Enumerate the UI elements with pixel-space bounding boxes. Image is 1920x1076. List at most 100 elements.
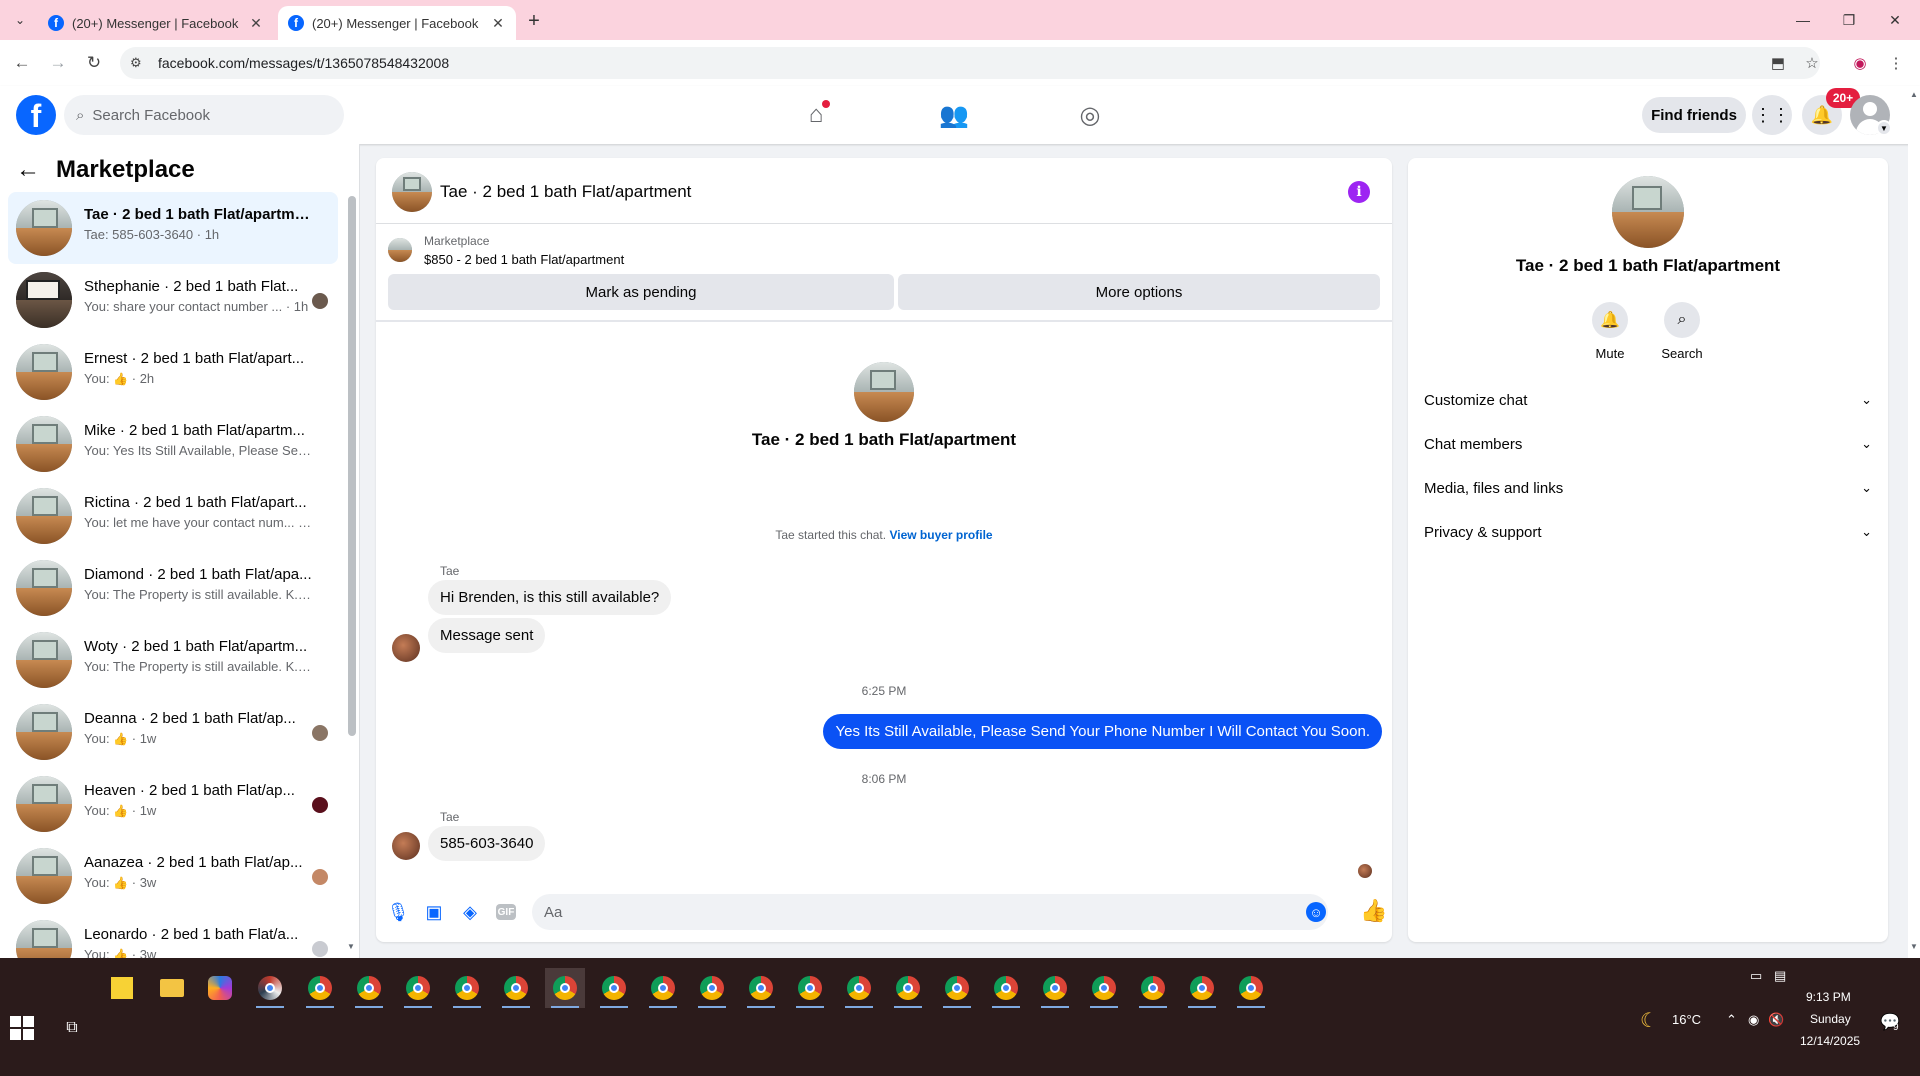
conversation-item[interactable]: Diamond · 2 bed 1 bath Flat/apa... You: T… [8,552,338,624]
chrome-icon[interactable] [594,968,634,1008]
reload-icon[interactable]: ↻ [82,51,106,75]
info-icon[interactable]: i [1348,181,1370,203]
chrome-icon[interactable] [692,968,732,1008]
search-icon[interactable]: ⌕ [1664,302,1700,338]
facebook-logo-icon[interactable]: f [16,95,56,135]
sticker-icon[interactable]: ◈ [458,900,482,924]
sidebar-scrollbar[interactable] [348,196,356,736]
more-options-button[interactable]: More options [898,274,1380,310]
tray-overflow-chevron-icon[interactable]: ⌃ [1726,1012,1737,1028]
windows-start-icon[interactable] [10,1016,34,1040]
chrome-icon[interactable] [1231,968,1271,1008]
media-files-links-section[interactable]: Media, files and links ⌄ [1416,470,1880,506]
scroll-up-icon[interactable]: ▲ [1910,90,1918,99]
conversation-item[interactable]: Sthephanie · 2 bed 1 bath Flat... You: sh… [8,264,338,336]
conversation-item[interactable]: Leonardo · 2 bed 1 bath Flat/a... You: 👍 … [8,912,338,958]
chrome-icon[interactable] [790,968,830,1008]
page-scrollbar[interactable]: ▲ ▼ [1908,90,1920,958]
close-window-icon[interactable]: ✕ [1872,0,1918,40]
restore-icon[interactable]: ❐ [1826,0,1872,40]
conversation-item[interactable]: Heaven · 2 bed 1 bath Flat/ap... You: 👍 ·… [8,768,338,840]
tray-chrome-icon[interactable]: ◉ [1748,1012,1759,1028]
privacy-support-section[interactable]: Privacy & support ⌄ [1416,514,1880,550]
chrome-icon[interactable] [937,968,977,1008]
home-nav-icon[interactable]: ⌂ [760,86,872,144]
chrome-icon[interactable] [349,968,389,1008]
file-explorer-icon[interactable] [152,968,192,1008]
sender-avatar[interactable] [392,832,420,860]
search-action[interactable]: ⌕ Search [1652,302,1712,361]
address-bar[interactable]: ⚙ facebook.com/messages/t/13650785484320… [120,47,1820,79]
tray-network-icon[interactable]: ▤ [1774,968,1786,984]
volume-muted-icon[interactable]: 🔇 [1768,1012,1784,1028]
photo-icon[interactable]: ▣ [422,900,446,924]
listing-description[interactable]: $850 - 2 bed 1 bath Flat/apartment [424,252,624,267]
browser-tab-2[interactable]: f (20+) Messenger | Facebook ✕ [278,6,516,40]
conversation-item[interactable]: Woty · 2 bed 1 bath Flat/apartm... You: T… [8,624,338,696]
chat-title[interactable]: Tae · 2 bed 1 bath Flat/apartment [440,182,691,202]
menu-grid-icon[interactable]: ⋮⋮ [1752,95,1792,135]
weather-temperature[interactable]: 16°C [1672,1012,1701,1027]
tab-close-icon[interactable]: ✕ [490,15,506,32]
thumbs-up-icon[interactable]: 👍 [1360,898,1387,924]
facebook-search[interactable]: ⌕ [64,95,344,135]
conversation-item[interactable]: Mike · 2 bed 1 bath Flat/apartm... You: Y… [8,408,338,480]
chrome-icon[interactable] [1084,968,1124,1008]
chevron-down-icon[interactable]: ▼ [1876,120,1892,136]
conversation-item[interactable]: Rictina · 2 bed 1 bath Flat/apart... You:… [8,480,338,552]
task-view-icon[interactable]: ⧉ [60,1016,84,1040]
conversation-item[interactable]: Tae · 2 bed 1 bath Flat/apartment Tae: 58… [8,192,338,264]
message-input[interactable] [532,894,1328,930]
minimize-icon[interactable]: — [1780,0,1826,40]
chat-members-section[interactable]: Chat members ⌄ [1416,426,1880,462]
bell-icon[interactable]: 🔔 [1592,302,1628,338]
back-arrow-icon[interactable]: ← [10,51,34,75]
new-tab-plus-icon[interactable]: + [522,9,546,33]
moon-weather-icon[interactable]: ☾ [1640,1008,1658,1033]
app-icon[interactable] [250,968,290,1008]
chrome-icon[interactable] [986,968,1026,1008]
groups-nav-icon[interactable]: ◎ [1034,86,1146,144]
customize-chat-section[interactable]: Customize chat ⌄ [1416,382,1880,418]
chrome-icon[interactable] [888,968,928,1008]
sticky-notes-icon[interactable] [102,968,142,1008]
clock-time[interactable]: 9:13 PM [1806,990,1851,1004]
outgoing-message[interactable]: Yes Its Still Available, Please Send You… [823,714,1382,749]
chrome-icon[interactable] [1182,968,1222,1008]
incoming-message[interactable]: 585-603-3640 [428,826,546,861]
chrome-icon[interactable] [1035,968,1075,1008]
chrome-icon[interactable] [1133,968,1173,1008]
chrome-icon[interactable] [496,968,536,1008]
chrome-icon[interactable] [643,968,683,1008]
browser-menu-icon[interactable]: ⋮ [1884,51,1908,75]
tab-close-icon[interactable]: ✕ [248,15,264,32]
chrome-icon[interactable] [741,968,781,1008]
scroll-down-icon[interactable]: ▼ [347,942,355,951]
conversation-item[interactable]: Ernest · 2 bed 1 bath Flat/apart... You: … [8,336,338,408]
scroll-down-icon[interactable]: ▼ [1910,942,1918,951]
view-buyer-profile-link[interactable]: View buyer profile [889,528,992,542]
site-settings-icon[interactable]: ⚙ [130,55,150,71]
conversation-item[interactable]: Aanazea · 2 bed 1 bath Flat/ap... You: 👍 … [8,840,338,912]
info-avatar[interactable] [1612,176,1684,248]
sender-avatar[interactable] [392,634,420,662]
forward-arrow-icon[interactable]: → [46,51,70,75]
clock-date[interactable]: 12/14/2025 [1800,1034,1860,1048]
conversation-item[interactable]: Deanna · 2 bed 1 bath Flat/ap... You: 👍 ·… [8,696,338,768]
bookmark-star-icon[interactable]: ☆ [1800,51,1824,75]
incoming-message[interactable]: Hi Brenden, is this still available? [428,580,672,615]
browser-tab-1[interactable]: f (20+) Messenger | Facebook ✕ [38,6,274,40]
back-arrow-icon[interactable]: ← [16,156,48,184]
chrome-icon[interactable] [447,968,487,1008]
microphone-icon[interactable]: 🎙 [386,900,410,924]
emoji-icon[interactable]: ☺ [1306,902,1326,922]
install-app-icon[interactable]: ⬒ [1766,51,1790,75]
mark-as-pending-button[interactable]: Mark as pending [388,274,894,310]
friends-nav-icon[interactable]: 👥 [898,86,1010,144]
mute-action[interactable]: 🔔 Mute [1580,302,1640,361]
chrome-icon[interactable] [300,968,340,1008]
gif-icon[interactable]: GIF [496,904,516,920]
chat-avatar[interactable] [392,172,432,212]
profile-icon[interactable]: ◉ [1848,51,1872,75]
incoming-message[interactable]: Message sent [428,618,546,653]
